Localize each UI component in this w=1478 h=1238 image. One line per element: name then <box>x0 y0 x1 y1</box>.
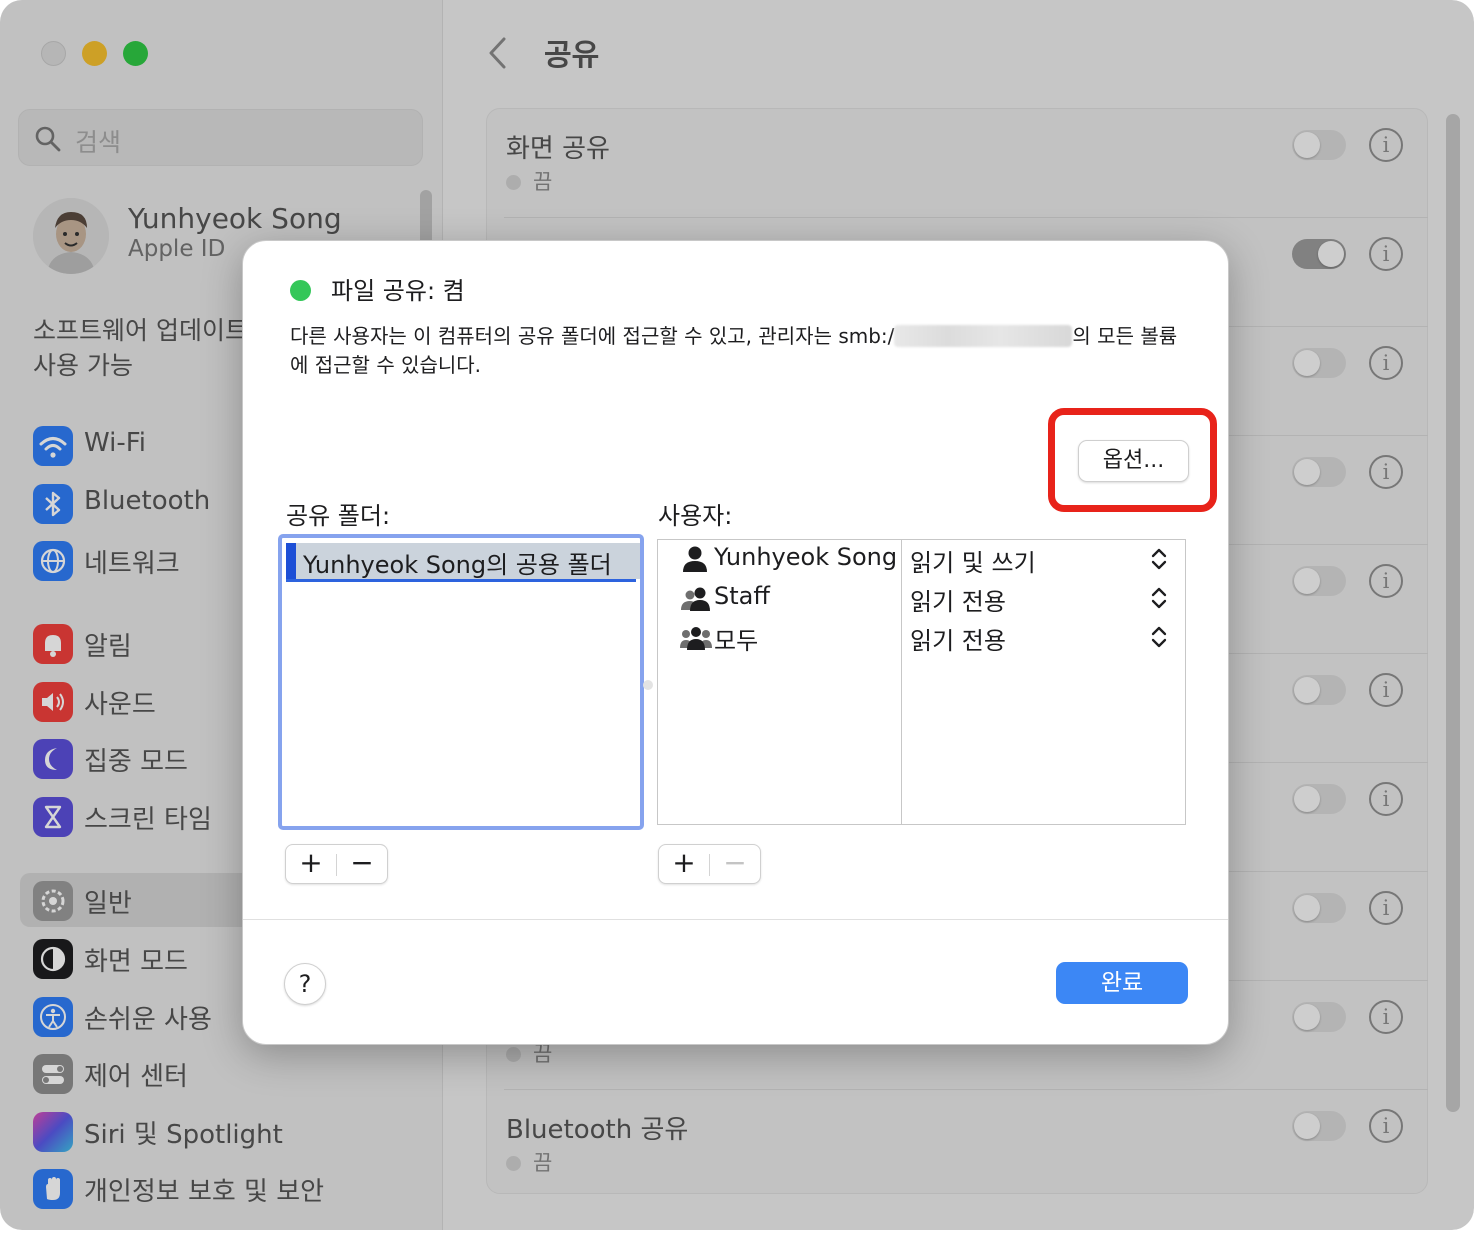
person-icon <box>683 546 707 572</box>
add-folder-button[interactable]: + <box>286 845 336 883</box>
user-add-remove-control: + − <box>658 844 761 884</box>
status-on-indicator <box>290 280 311 301</box>
description-text: 다른 사용자는 이 컴퓨터의 공유 폴더에 접근할 수 있고, 관리자는 smb… <box>290 324 895 348</box>
table-row[interactable]: 모두 읽기 전용 <box>658 618 1185 656</box>
chevron-up-down-icon[interactable] <box>1150 546 1168 572</box>
permission-value[interactable]: 읽기 및 쓰기 <box>910 543 1036 578</box>
highlight-box <box>1048 408 1217 512</box>
chevron-up-down-icon[interactable] <box>1150 624 1168 650</box>
users-label: 사용자: <box>658 502 733 530</box>
shared-folders-label: 공유 폴더: <box>286 502 391 530</box>
list-item[interactable]: Yunhyeok Song의 공용 폴더 <box>286 543 640 582</box>
users-table[interactable]: Yunhyeok Song 읽기 및 쓰기 Staff 읽기 전용 모두 읽기 … <box>657 539 1186 825</box>
file-sharing-sheet: 파일 공유: 켬 다른 사용자는 이 컴퓨터의 공유 폴더에 접근할 수 있고,… <box>242 240 1229 1045</box>
add-user-button[interactable]: + <box>659 845 709 883</box>
folder-add-remove-control: + − <box>285 844 388 884</box>
permission-value[interactable]: 읽기 전용 <box>910 582 1006 617</box>
redacted-address <box>894 325 1073 347</box>
group-icon <box>681 587 710 611</box>
permission-value[interactable]: 읽기 전용 <box>910 621 1006 656</box>
help-button[interactable]: ? <box>284 963 326 1005</box>
remove-folder-button[interactable]: − <box>337 845 387 883</box>
chevron-up-down-icon[interactable] <box>1150 585 1168 611</box>
shared-folders-list[interactable]: Yunhyeok Song의 공용 폴더 <box>278 534 644 830</box>
footer-divider <box>243 919 1228 920</box>
user-name: Staff <box>714 582 770 610</box>
done-button[interactable]: 완료 <box>1056 962 1188 1004</box>
table-row[interactable]: Yunhyeok Song 읽기 및 쓰기 <box>658 540 1185 578</box>
everyone-icon <box>680 627 712 650</box>
selection-marker <box>286 543 296 579</box>
user-name: Yunhyeok Song <box>714 543 898 571</box>
user-name: 모두 <box>714 627 759 655</box>
folder-name: Yunhyeok Song의 공용 폴더 <box>303 551 612 579</box>
selection-underline <box>286 579 636 582</box>
table-row[interactable]: Staff 읽기 전용 <box>658 579 1185 617</box>
remove-user-button[interactable]: − <box>710 845 760 883</box>
sharing-description: 다른 사용자는 이 컴퓨터의 공유 폴더에 접근할 수 있고, 관리자는 smb… <box>290 322 1190 380</box>
sheet-title: 파일 공유: 켬 <box>331 277 465 305</box>
split-view-handle[interactable] <box>643 680 653 690</box>
